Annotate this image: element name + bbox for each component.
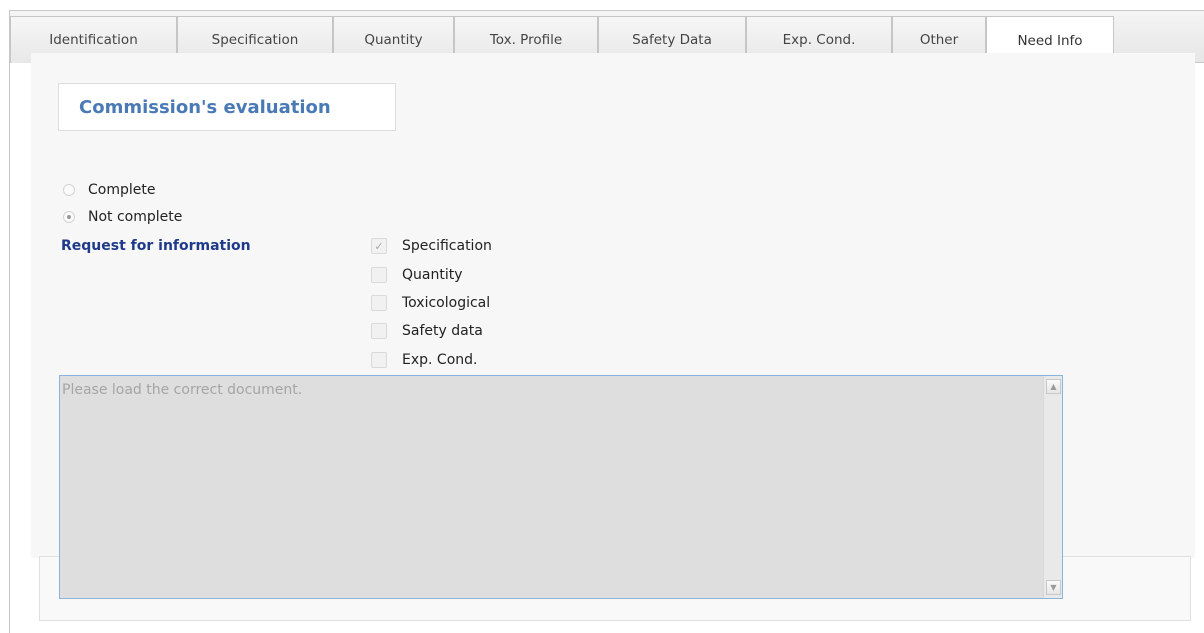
checkbox-quantity[interactable]: Quantity — [371, 265, 463, 285]
radio-button[interactable] — [63, 184, 75, 196]
checkbox[interactable] — [371, 295, 387, 311]
checkbox[interactable] — [371, 352, 387, 368]
section-heading: Commission's evaluation — [58, 83, 396, 131]
checkbox-label: Safety data — [402, 323, 483, 339]
check-icon: ✓ — [374, 239, 384, 253]
radio-complete[interactable]: Complete — [63, 180, 155, 200]
scroll-up-icon[interactable]: ▲ — [1046, 379, 1061, 394]
checkbox-label: Specification — [402, 238, 492, 254]
checkbox-label: Toxicological — [402, 295, 491, 311]
radio-not-complete[interactable]: Not complete — [63, 207, 182, 227]
radio-label: Not complete — [88, 209, 183, 225]
vertical-scrollbar[interactable]: ▲ ▼ — [1043, 376, 1062, 598]
checkbox-toxicological[interactable]: Toxicological — [371, 293, 490, 313]
comment-box: Please load the correct document. ▲ ▼ — [59, 375, 1063, 599]
checkbox-specification[interactable]: ✓ Specification — [371, 236, 492, 256]
request-for-information-label: Request for information — [61, 238, 251, 254]
radio-button-selected[interactable] — [63, 211, 75, 223]
scroll-down-icon[interactable]: ▼ — [1046, 580, 1061, 595]
checkbox[interactable] — [371, 323, 387, 339]
comment-textarea[interactable]: Please load the correct document. — [60, 376, 1043, 598]
checkbox[interactable] — [371, 267, 387, 283]
checkbox-label: Exp. Cond. — [402, 352, 478, 368]
checkbox[interactable]: ✓ — [371, 238, 387, 254]
checkbox-label: Quantity — [402, 267, 463, 283]
checkbox-safety-data[interactable]: Safety data — [371, 321, 483, 341]
section-heading-text: Commission's evaluation — [79, 96, 331, 118]
checkbox-exp-cond[interactable]: Exp. Cond. — [371, 350, 477, 370]
radio-label: Complete — [88, 182, 156, 198]
